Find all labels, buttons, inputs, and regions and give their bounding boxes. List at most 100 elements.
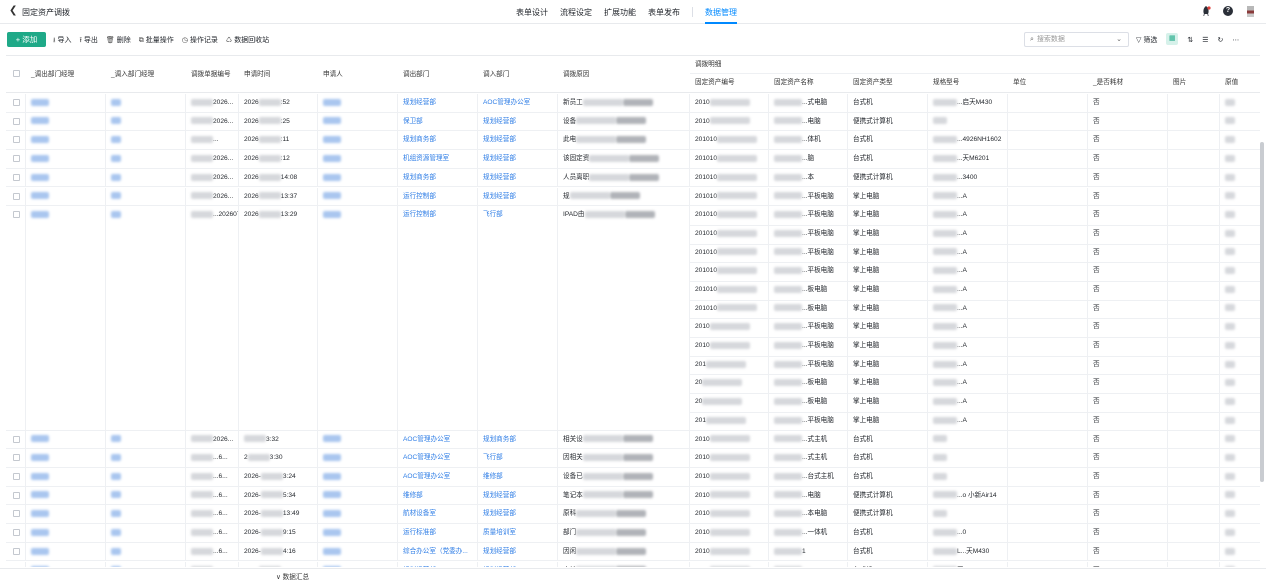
tab-extensions[interactable]: 扩展功能 xyxy=(604,0,636,24)
chevron-down-icon[interactable]: ⌄ xyxy=(1116,33,1122,46)
model-cell: ...A xyxy=(928,206,1006,224)
redacted-value xyxy=(709,528,750,536)
col-header[interactable]: 图片 xyxy=(1168,76,1186,90)
redacted-value xyxy=(933,360,957,368)
table-row[interactable]: 2026... 2026:25 保卫部 规划经营部 设备 2010 ...电脑 便携式计算机否 xyxy=(6,112,1260,132)
asset-code-cell: 201 xyxy=(690,412,768,430)
table-row[interactable]: ...6...20264:11规划经营部规划经营部由於20101台式机天...O… xyxy=(6,561,1260,568)
data-summary-toggle[interactable]: ∨ 数据汇总 xyxy=(276,571,309,581)
filter-button[interactable]: ▽ 筛选 xyxy=(1136,35,1157,45)
col-header[interactable]: 固定资产名称 xyxy=(769,76,814,90)
table-row[interactable]: ...6... 2026- 4:16 综合办公室（党委办... 规划经营部 因闲 2010 1… xyxy=(6,542,1260,562)
tab-data-management[interactable]: 数据管理 xyxy=(705,0,737,24)
redacted-value xyxy=(709,98,750,106)
redacted-value xyxy=(774,454,802,462)
asset-code-cell: 201010 xyxy=(690,300,768,318)
import-button[interactable]: ⭳ 导入 xyxy=(53,35,71,47)
col-header[interactable]: 原值 xyxy=(1220,76,1238,90)
redacted-value xyxy=(702,397,743,405)
value-cell xyxy=(1220,94,1260,112)
col-header[interactable]: 申请时间 xyxy=(239,68,270,82)
col-header[interactable]: 调入部门 xyxy=(478,68,509,82)
col-header[interactable]: 单位 xyxy=(1008,76,1026,90)
asset-type-cell: 掌上电脑 xyxy=(853,416,880,424)
consumable-cell: 否 xyxy=(1088,562,1166,568)
table-row[interactable]: 2026... 3:32 AOC管理办公室 规划商务部 相关设 2010 ...式主机 台式机… xyxy=(6,430,1260,450)
redacted-value xyxy=(709,117,750,125)
consumable-cell: 否 xyxy=(1093,473,1100,480)
add-button[interactable]: + 添加 xyxy=(7,32,46,47)
rocket-icon[interactable] xyxy=(1200,5,1212,17)
redacted-value xyxy=(717,248,758,256)
table-row[interactable]: 2026... 2026 14:08 规划商务部 规划经营部 人员离职 201010 ...本… xyxy=(6,168,1260,188)
redacted-value xyxy=(774,248,802,256)
asset-type-cell: 掌上电脑 xyxy=(853,229,880,237)
avatar[interactable] xyxy=(1244,5,1256,17)
col-header[interactable]: _调出部门经理 xyxy=(26,68,74,82)
col-header[interactable]: 调拨原因 xyxy=(558,68,589,82)
redacted-value xyxy=(774,323,802,331)
redacted-value xyxy=(933,192,957,200)
select-all-checkbox[interactable] xyxy=(13,70,20,77)
tab-form-design[interactable]: 表单设计 xyxy=(516,0,548,24)
asset-code-cell: 20 xyxy=(690,393,768,411)
vertical-scrollbar[interactable] xyxy=(1260,142,1264,482)
consumable-cell: 否 xyxy=(1093,547,1100,555)
nav-divider xyxy=(692,7,693,17)
detail-row: 201010 ...本 便携式计算机 ...3400 否 xyxy=(6,169,1260,188)
col-header[interactable]: 调出部门 xyxy=(398,68,429,82)
col-header[interactable]: 申请人 xyxy=(318,68,343,82)
col-header[interactable]: _是否耗材 xyxy=(1088,76,1123,90)
asset-code-cell: 2010 xyxy=(690,562,768,567)
asset-type-cell: 掌上电脑 xyxy=(853,192,880,200)
recycle-bin-button[interactable]: ♺ 数据回收站 xyxy=(226,35,269,47)
detail-row: 2010 ...式主机 台式机 否 xyxy=(6,449,1260,468)
chevron-left-icon[interactable]: ❮ xyxy=(9,5,17,16)
col-header[interactable]: _调入部门经理 xyxy=(106,68,154,82)
col-header[interactable]: 固定资产编号 xyxy=(690,76,735,90)
table-row[interactable]: ...6... 2 3:30 AOC管理办公室 飞行部 因相关 2010 ...式主机 台式机否 xyxy=(6,449,1260,468)
delete-button[interactable]: 🗑 删除 xyxy=(106,35,131,47)
top-nav: 表单设计 流程设定 扩展功能 表单发布 数据管理 xyxy=(516,0,749,24)
table-row[interactable]: 2026... 2026 13:37 运行控制部 规划经营部规 201010 ...平板电脑… xyxy=(6,187,1260,207)
table-row[interactable]: ...6... 2026- 9:15 运行标准部 质量培训室 部门 2010 ...一体机 台式… xyxy=(6,524,1260,543)
columns-icon[interactable]: ☰ xyxy=(1202,36,1208,44)
tab-process-settings[interactable]: 流程设定 xyxy=(560,0,592,24)
redacted-value xyxy=(717,229,758,237)
col-header[interactable]: 调拨单据编号 xyxy=(186,68,231,82)
refresh-icon[interactable]: ↻ xyxy=(1218,36,1224,44)
asset-name-cell: ...平板电脑 xyxy=(769,356,847,374)
table-row[interactable]: 2026... 2026:12 机组资源管理室 规划经营部 该固定资 201010 ...脑… xyxy=(6,150,1260,169)
consumable-cell: 否 xyxy=(1093,435,1100,443)
redacted-value xyxy=(774,397,802,405)
col-header[interactable]: 规格型号 xyxy=(928,76,959,90)
asset-code-cell: 2010 xyxy=(690,487,768,505)
asset-code-cell: 2010 xyxy=(690,318,768,336)
table-view-icon[interactable]: ▦ xyxy=(1166,33,1179,45)
table-row[interactable]: ...202607 2026 13:29 运行控制部 飞行部 IPAD由 201010...… xyxy=(6,206,1260,431)
sort-icon[interactable]: ⇅ xyxy=(1187,36,1193,44)
more-icon[interactable]: ⋯ xyxy=(1232,36,1239,44)
batch-button[interactable]: ⧉ 批量操作 xyxy=(139,35,174,47)
model-cell: L...天M430 xyxy=(928,543,1006,561)
asset-type-cell: 台式机 xyxy=(853,529,873,537)
table-row[interactable]: 2026... 2026:52 规划经营部 AOC管理办公室 新员工 2010 ...式电脑… xyxy=(6,94,1260,113)
model-cell: ...A xyxy=(928,188,1006,206)
search-input[interactable]: ⌕ 搜索数据 ⌄ xyxy=(1024,32,1129,47)
help-icon[interactable]: ? xyxy=(1222,5,1234,17)
asset-name-cell: ...台式主机 xyxy=(769,468,847,486)
history-button[interactable]: ◷ 操作记录 xyxy=(182,35,218,47)
col-header[interactable]: 固定资产类型 xyxy=(848,76,893,90)
consumable-cell: 否 xyxy=(1093,229,1100,237)
table-row[interactable]: ...6... 2026- 13:49 航材设备室 规划经营部 原科 2010 ...本电脑便… xyxy=(6,505,1260,525)
redacted-value xyxy=(933,136,957,144)
consumable-cell: 否 xyxy=(1093,510,1100,518)
tab-form-publish[interactable]: 表单发布 xyxy=(648,0,680,24)
table-row[interactable]: ...6... 2026- 3:24 AOC管理办公室 维修部 设备已 2010 ...台式主… xyxy=(6,468,1260,487)
table-row[interactable]: ...6... 2026- 5:34 维修部 规划经营部 笔记本 2010 ...电脑 便携式计… xyxy=(6,486,1260,506)
export-button[interactable]: ⭱ 导出 xyxy=(79,35,97,47)
value-cell xyxy=(1220,262,1260,280)
detail-row: 2010 ...本电脑 便携式计算机 否 xyxy=(6,505,1260,524)
redacted-value xyxy=(774,510,802,518)
table-row[interactable]: ... 2026:11 规划商务部 规划经营部 此电 201010 ...体机 台式机 ...4… xyxy=(6,131,1260,151)
